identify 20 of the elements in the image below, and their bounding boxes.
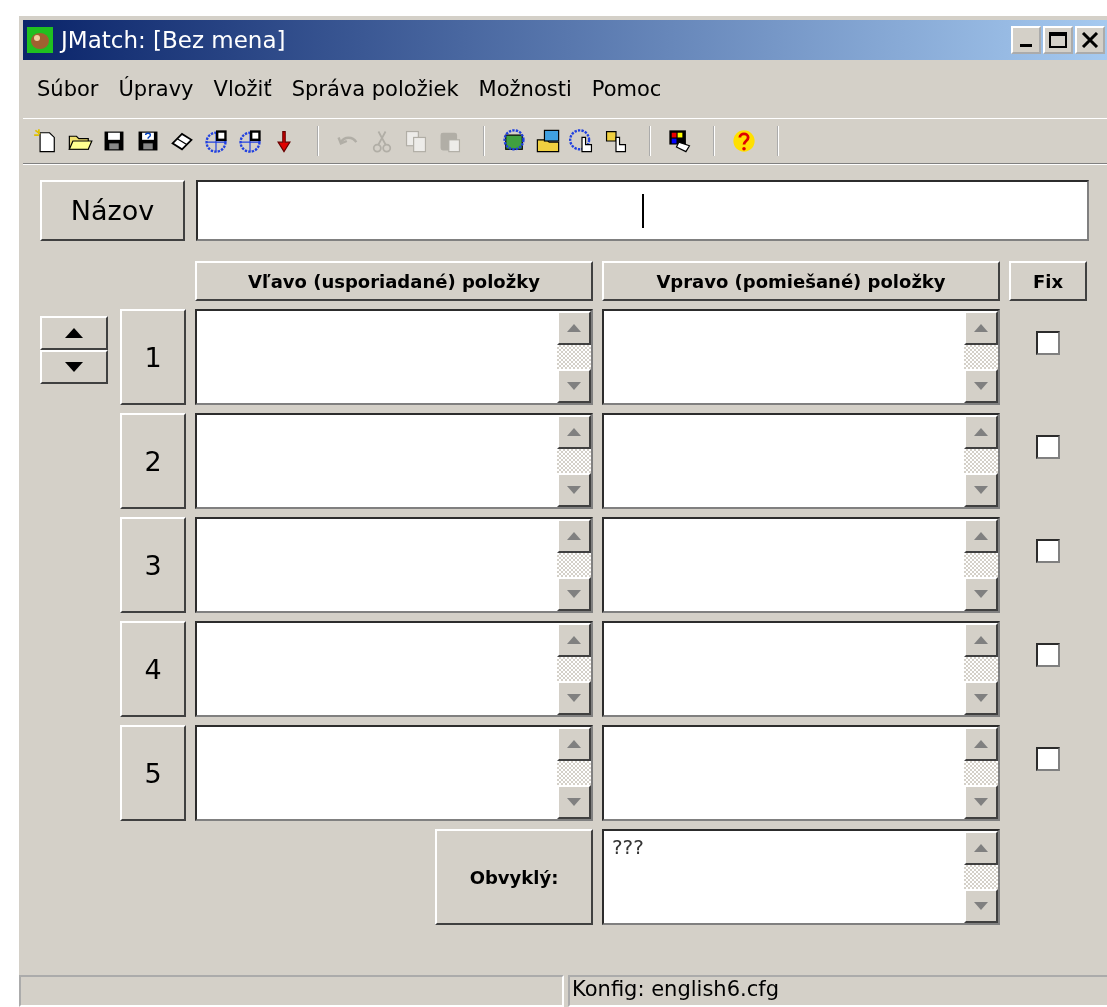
menu-item[interactable]: Úpravy [108,73,204,105]
title-label-button[interactable]: Názov [40,180,185,241]
row-number-button[interactable]: 2 [120,413,186,509]
column-header[interactable]: Fix [1009,261,1087,301]
row-number-button[interactable]: 5 [120,725,186,821]
column-header[interactable]: Vpravo (pomiešané) položky [602,261,1000,301]
menu-item[interactable]: Správa položiek [281,73,469,105]
row-number-button[interactable]: 1 [120,309,186,405]
menu-item[interactable]: Možnosti [468,73,582,105]
default-text-area[interactable]: ??? [602,829,1000,925]
status-text: Konfig: english6.cfg [568,975,1107,1007]
column-header[interactable]: Vľavo (usporiadané) položky [195,261,593,301]
menu-item[interactable]: Vložiť [203,73,282,105]
menu-item[interactable]: Súbor [27,73,109,105]
row-number-button[interactable]: 4 [120,621,186,717]
default-label-button[interactable]: Obvyklý: [435,829,593,925]
window-title: JMatch: [Bez mena] [61,27,287,53]
default-text: ??? [611,834,645,861]
menu-item[interactable]: Pomoc [581,73,672,105]
row-number-button[interactable]: 3 [120,517,186,613]
